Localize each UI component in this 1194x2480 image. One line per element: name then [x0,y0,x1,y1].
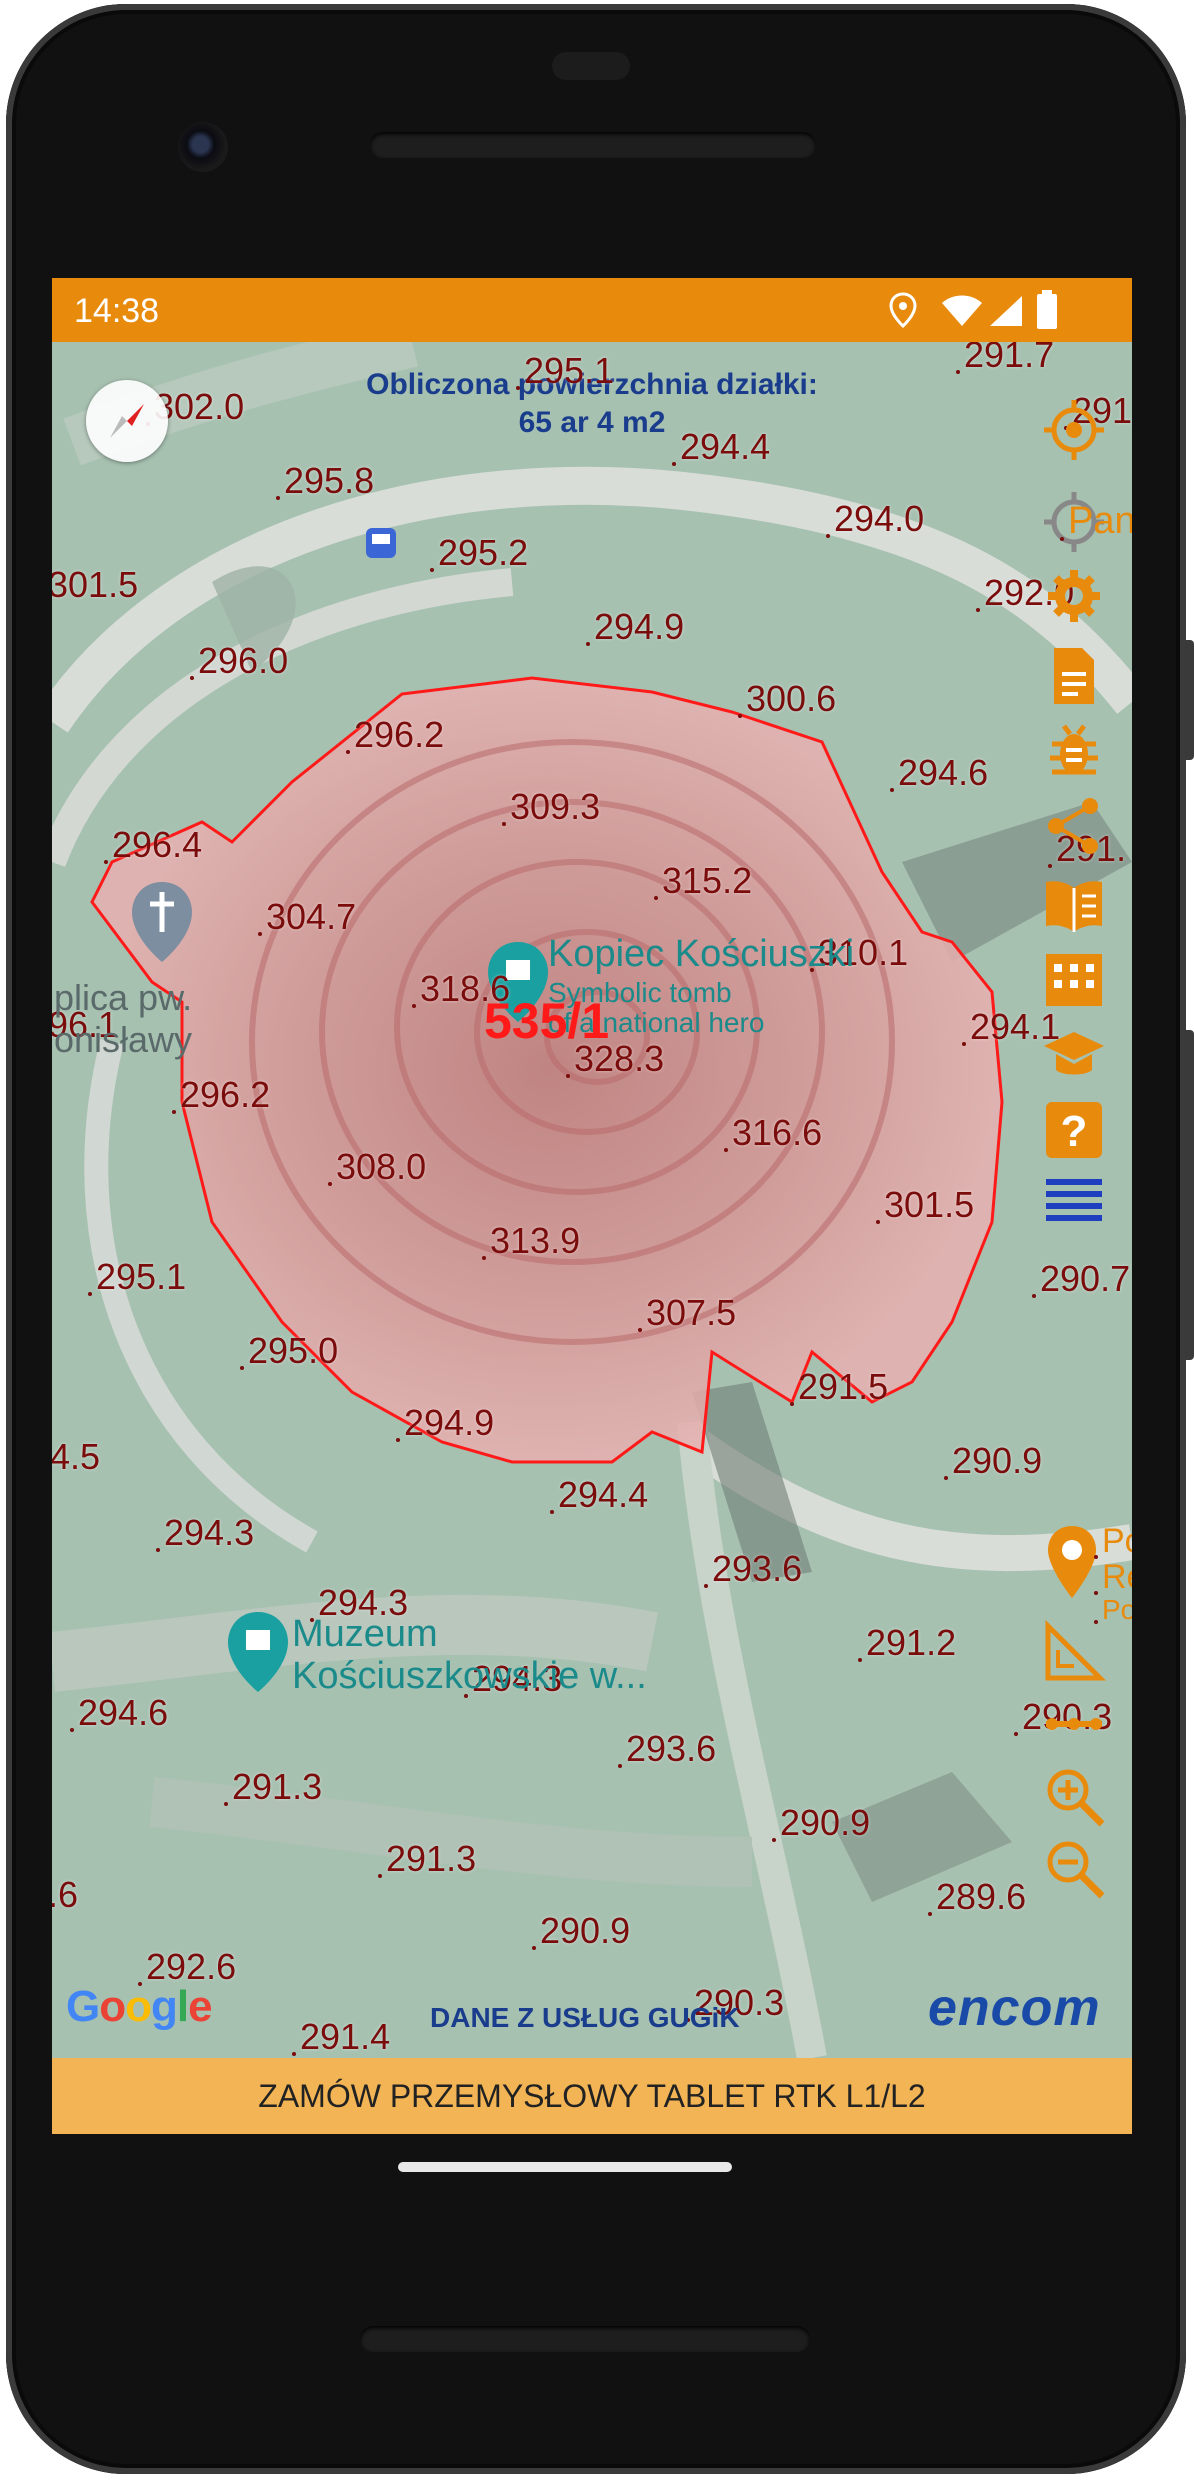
height-label: 295.2 [429,532,529,573]
height-label: 296.2 [345,714,445,755]
height-label: 308.0 [327,1146,427,1187]
screen: 14:38 Obliczona powierzchnia działki: 65… [52,278,1132,2134]
height-label: 291.5 [789,1366,889,1407]
side-toolbar: Pano [1042,342,1132,2058]
power-button [1182,640,1194,760]
wifi-icon [942,295,982,326]
height-label: 294.9 [395,1402,495,1443]
signal-icon [990,296,1022,326]
settings-icon[interactable] [1042,564,1106,628]
menu-icon[interactable] [1042,1172,1106,1236]
height-label: 4.5 [52,1436,101,1477]
height-label: 291.3 [377,1838,477,1879]
height-label: 294.6 [69,1692,169,1733]
measure-icon[interactable] [1042,1620,1106,1684]
status-time: 14:38 [74,292,160,330]
building-icon[interactable] [1042,946,1106,1010]
height-label: 295.1 [87,1256,187,1297]
document-icon[interactable] [1042,644,1106,708]
poi-kaplica-line1[interactable]: plica pw. [54,978,192,1018]
height-label: 294.3 [155,1512,255,1553]
height-label: 295.0 [239,1330,339,1371]
encom-logo: encom [928,1979,1101,2037]
front-sensor [552,52,630,80]
height-label: 291.4 [291,2016,391,2057]
height-label: 307.5 [637,1292,737,1333]
volume-button [1182,1030,1194,1360]
book-icon[interactable] [1042,872,1106,936]
location-icon [889,292,917,328]
locate-icon[interactable] [1042,398,1106,462]
battery-icon [1037,290,1057,329]
svg-text:?: ? [1061,1107,1088,1156]
height-label: 295.8 [275,460,375,501]
pano-label: Pano [1060,500,1132,543]
height-label: 291.7 [955,342,1054,376]
height-label: 296.4 [103,824,203,865]
top-speaker [370,132,816,158]
zoom-out-icon[interactable] [1042,1836,1106,1900]
bottom-speaker [360,2326,810,2352]
map-view[interactable]: Obliczona powierzchnia działki: 65 ar 4 … [52,342,1132,2058]
height-label: 304.7 [257,896,357,937]
poi-kopiec-name[interactable]: Kopiec Kościuszki [548,934,854,974]
height-label: 316.6 [723,1112,823,1153]
height-label: .6 [52,1874,78,1916]
compass-button[interactable] [86,380,168,462]
height-label: 291.3 [223,1766,323,1807]
height-label: 313.9 [481,1220,581,1261]
poi-muzeum-line1[interactable]: Muzeum [292,1614,438,1654]
zoom-in-icon[interactable] [1042,1764,1106,1828]
height-label: 293.6 [703,1548,803,1589]
height-label: 290.9 [531,1910,631,1951]
height-label: 290.9 [943,1440,1043,1481]
height-label: 294.0 [825,498,925,539]
height-label: 294.9 [585,606,685,647]
height-label: 295.1 [515,350,615,391]
home-gesture-bar[interactable] [398,2162,732,2172]
poi-muzeum-line2[interactable]: Kościuszkowskie w... [292,1656,647,1696]
height-label: 294.6 [889,752,989,793]
height-label: 291.2 [857,1622,957,1663]
status-bar: 14:38 [52,278,1132,342]
front-camera-icon [178,122,228,172]
height-label: 300.6 [737,678,837,719]
height-label: 296.2 [171,1074,271,1115]
parcel-id[interactable]: 535/1 [484,992,609,1050]
compass-icon [110,404,144,438]
height-label: 301.5 [52,564,138,606]
google-logo: Google [66,1982,213,2031]
height-label: 294.4 [671,426,771,467]
height-label: 315.2 [653,860,753,901]
right-poi-label-1: Po [1094,1522,1132,1561]
height-label: 301.5 [875,1184,975,1225]
bug-icon[interactable] [1042,718,1106,782]
right-poi-label-2: Re [1093,1558,1132,1597]
data-source-label: DANE Z USŁUG GUGiK [430,2002,740,2033]
ruler-icon[interactable] [1042,1692,1106,1756]
promo-banner[interactable]: ZAMÓW PRZEMYSŁOWY TABLET RTK L1/L2 [52,2058,1132,2134]
phone-frame: 14:38 Obliczona powierzchnia działki: 65… [0,0,1194,2480]
height-label: 289.6 [927,1876,1027,1917]
height-label: 296.0 [189,640,289,681]
height-label: 290.9 [771,1802,871,1843]
poi-kaplica-line2[interactable]: onisławy [54,1020,192,1060]
help-icon[interactable]: ? [1042,1098,1106,1162]
height-label: 309.3 [501,786,601,827]
height-label: 293.6 [617,1728,717,1769]
height-label: 294.4 [549,1474,649,1515]
share-icon[interactable] [1042,794,1106,858]
right-poi-label-3: Po [1093,1594,1132,1626]
education-icon[interactable] [1042,1022,1106,1086]
